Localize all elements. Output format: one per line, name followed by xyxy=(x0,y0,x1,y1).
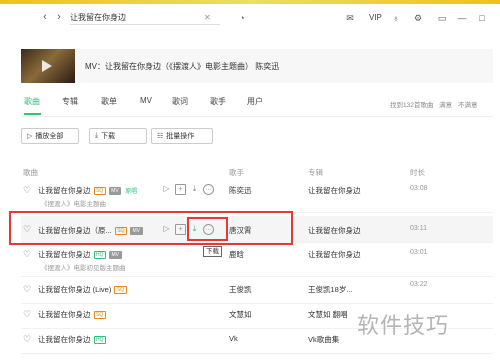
hq-badge: HQ xyxy=(93,335,106,344)
batch-icon: ☷ xyxy=(157,133,164,140)
vip-button[interactable]: VIP xyxy=(369,13,382,22)
download-icon: ⤓ xyxy=(95,132,99,139)
song-title[interactable]: 让我留在你身边 xyxy=(38,249,91,260)
singer-cell[interactable]: Vk xyxy=(229,334,238,343)
column-time[interactable]: 时长 xyxy=(410,167,425,178)
play-icon[interactable]: ▷ xyxy=(161,184,172,195)
add-icon[interactable]: + xyxy=(175,184,186,195)
tab-divider xyxy=(21,116,493,117)
sq-badge: SQ xyxy=(114,285,127,294)
song-title[interactable]: 让我留在你身边 xyxy=(38,334,91,345)
unsatisfied-link[interactable]: 不满意 xyxy=(458,102,478,109)
singer-cell[interactable]: 文慧如 xyxy=(229,309,252,320)
tab-songs[interactable]: 歌曲 xyxy=(24,96,40,107)
settings-icon[interactable]: ⚙ xyxy=(412,12,424,24)
album-cell[interactable]: 让我留在你身边 xyxy=(308,249,361,260)
play-all-button[interactable]: ▷ 播放全部 xyxy=(21,128,79,144)
duration-cell: 03:08 xyxy=(410,185,428,192)
duration-cell: 03:22 xyxy=(410,281,428,288)
download-button[interactable]: ⤓ 下载 xyxy=(89,128,147,144)
song-title[interactable]: 让我留在你身边 xyxy=(38,309,91,320)
mv-card[interactable]: MV：让我留在你身边（《摆渡人》电影主题曲） 陈奕迅 xyxy=(21,49,493,83)
play-all-label: 播放全部 xyxy=(35,133,64,140)
mv-badge[interactable]: MV xyxy=(108,186,122,195)
heart-icon[interactable]: ♡ xyxy=(23,334,31,344)
column-album[interactable]: 专辑 xyxy=(308,167,323,178)
search-box[interactable]: ✕ xyxy=(70,11,220,25)
singer-cell[interactable]: 陈奕迅 xyxy=(229,185,252,196)
batch-operation-button[interactable]: ☷ 批量操作 xyxy=(151,128,213,144)
duration-cell: 03:01 xyxy=(410,249,428,256)
play-icon: ▷ xyxy=(27,133,33,140)
highlight-row-box xyxy=(9,211,293,245)
heart-icon[interactable]: ♡ xyxy=(23,185,31,195)
album-cell[interactable]: 让我留在你身边 xyxy=(308,185,361,196)
row-actions: ▷ + ⤓ ··· xyxy=(161,184,214,195)
column-singer[interactable]: 歌手 xyxy=(229,167,244,178)
download-icon[interactable]: ⤓ xyxy=(189,184,200,195)
song-title[interactable]: 让我留在你身边 xyxy=(38,185,91,196)
song-title-cell: 让我留在你身边 SQ xyxy=(38,309,106,320)
duration-cell: 03:11 xyxy=(410,225,427,232)
song-title-cell: 让我留在你身边 SQ MV 原唱 xyxy=(38,185,137,196)
result-count: 找到132首歌曲 xyxy=(390,102,434,109)
mv-title[interactable]: MV：让我留在你身边（《摆渡人》电影主题曲） 陈奕迅 xyxy=(85,61,279,72)
highlight-download-box xyxy=(187,217,228,241)
more-icon[interactable]: ··· xyxy=(203,184,214,195)
active-tab-indicator xyxy=(24,113,41,115)
song-title-cell: 让我留在你身边 (Live) SQ xyxy=(38,284,127,295)
hq-badge: HQ xyxy=(93,250,106,259)
minimize-icon[interactable]: — xyxy=(456,12,468,24)
clear-icon[interactable]: ✕ xyxy=(204,13,211,22)
table-row[interactable]: ♡ 让我留在你身边 (Live) SQ 王俊凯 王俊凯18岁... 03:22 xyxy=(21,279,493,304)
sq-badge: SQ xyxy=(93,186,106,195)
column-song[interactable]: 歌曲 xyxy=(23,167,38,178)
skin-icon[interactable]: ♁ xyxy=(390,12,402,24)
heart-icon[interactable]: ♡ xyxy=(23,249,31,259)
result-info: 找到132首歌曲 满意 不满意 xyxy=(390,99,477,109)
recognize-icon[interactable]: ◔ xyxy=(236,12,248,24)
satisfied-link[interactable]: 满意 xyxy=(439,102,452,109)
album-cell[interactable]: 王俊凯18岁... xyxy=(308,284,353,295)
tab-albums[interactable]: 专辑 xyxy=(62,96,78,107)
album-cell[interactable]: 让我留在你身边 xyxy=(308,225,361,236)
heart-icon[interactable]: ♡ xyxy=(23,309,31,319)
minimize-window-icon[interactable]: ▭ xyxy=(436,12,448,24)
search-input[interactable] xyxy=(70,13,204,22)
song-title-cell: 让我留在你身边 HQ MV xyxy=(38,249,122,260)
download-label: 下载 xyxy=(101,133,116,140)
mv-thumbnail[interactable] xyxy=(21,49,75,83)
play-icon xyxy=(42,60,52,72)
song-subtitle: 《摆渡人》电影初见版主题曲 xyxy=(41,265,126,272)
heart-icon[interactable]: ♡ xyxy=(23,284,31,294)
sq-badge: SQ xyxy=(93,310,106,319)
top-bar: ‹ › ✕ ◔ ✉ VIP ♁ ⚙ ▭ — □ xyxy=(0,4,500,28)
back-arrow-icon[interactable]: ‹ xyxy=(40,11,50,23)
mv-badge[interactable]: MV xyxy=(109,250,122,259)
watermark: 软件技巧 xyxy=(357,314,450,339)
singer-cell[interactable]: 鹿晗 xyxy=(229,249,244,260)
tab-lyrics[interactable]: 歌词 xyxy=(172,96,188,107)
tab-playlists[interactable]: 歌单 xyxy=(101,96,117,107)
song-title-cell: 让我留在你身边 HQ xyxy=(38,334,106,345)
tab-mv[interactable]: MV xyxy=(140,96,152,105)
table-row[interactable]: ♡ 让我留在你身边 SQ MV 原唱 《摆渡人》电影主题曲 ▷ + ⤓ ··· … xyxy=(21,180,493,213)
tab-singers[interactable]: 歌手 xyxy=(210,96,226,107)
tab-users[interactable]: 用户 xyxy=(247,96,263,107)
original-tag: 原唱 xyxy=(125,189,138,195)
album-cell[interactable]: Vk歌曲集 xyxy=(308,334,339,345)
mail-icon[interactable]: ✉ xyxy=(344,12,356,24)
batch-label: 批量操作 xyxy=(166,133,195,140)
singer-cell[interactable]: 王俊凯 xyxy=(229,284,252,295)
forward-arrow-icon[interactable]: › xyxy=(54,11,64,23)
song-title[interactable]: 让我留在你身边 (Live) xyxy=(38,284,111,295)
song-subtitle: 《摆渡人》电影主题曲 xyxy=(41,201,106,208)
album-cell[interactable]: 文慧如 翻唱 xyxy=(308,309,348,320)
table-row[interactable]: ♡ 让我留在你身边 HQ MV 《摆渡人》电影初见版主题曲 鹿晗 让我留在你身边… xyxy=(21,244,493,277)
maximize-icon[interactable]: □ xyxy=(476,12,488,24)
